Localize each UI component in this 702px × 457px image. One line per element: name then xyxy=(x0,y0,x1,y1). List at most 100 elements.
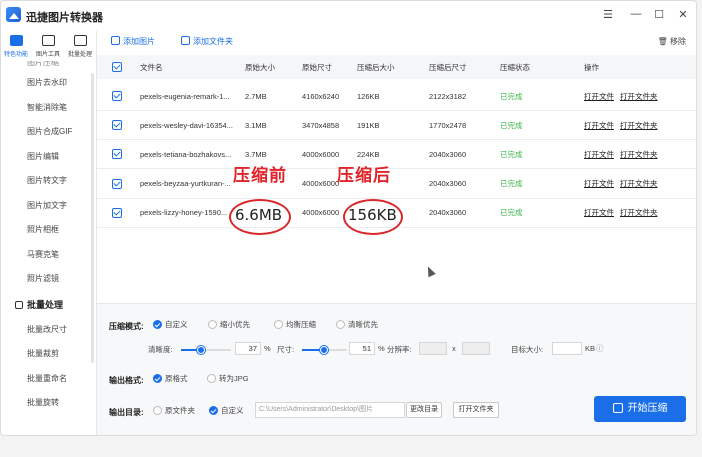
resolution-width-input[interactable] xyxy=(419,342,447,355)
clarity-slider-knob[interactable] xyxy=(197,346,205,354)
nav-featured[interactable]: 特色功能 xyxy=(1,35,31,58)
open-file-link[interactable]: 打开文件 xyxy=(584,178,614,189)
mode-small-radio[interactable]: 缩小优先 xyxy=(208,319,250,330)
image-tools-icon xyxy=(41,35,55,46)
cell-status: 已完成 xyxy=(500,208,523,218)
table-header: 文件名 原始大小 原始尺寸 压缩后大小 压缩后尺寸 压缩状态 操作 xyxy=(97,55,696,79)
sidebar-item-eraser[interactable]: 智能消除笔 xyxy=(1,96,96,121)
add-folder-button[interactable]: 添加文件夹 xyxy=(181,36,233,47)
open-file-link[interactable]: 打开文件 xyxy=(584,207,614,218)
radio-checked-icon xyxy=(153,320,162,329)
remove-button[interactable]: 🗑 移除 xyxy=(658,36,686,47)
annotation-before-label: 压缩前 xyxy=(233,166,287,186)
sidebar-item-batch-crop[interactable]: 批量裁剪 xyxy=(1,342,96,367)
dir-original-label: 原文件夹 xyxy=(165,406,195,415)
add-image-button[interactable]: 添加图片 xyxy=(111,36,155,47)
minimize-icon[interactable]: — xyxy=(629,8,643,20)
open-file-link[interactable]: 打开文件 xyxy=(584,149,614,160)
cell-filename: pexels-tetiana-bozhakovs... xyxy=(140,149,232,159)
size-value-input[interactable]: 51 xyxy=(349,342,375,355)
cell-status: 已完成 xyxy=(500,179,523,189)
size-slider[interactable] xyxy=(302,346,347,354)
row-checkbox[interactable] xyxy=(112,149,122,160)
sidebar-item-batch-rotate[interactable]: 批量旋转 xyxy=(1,391,96,416)
cell-actions: 打开文件 打开文件夹 xyxy=(584,170,664,198)
sidebar-item-frame[interactable]: 照片相框 xyxy=(1,218,96,243)
cell-filename: pexels-lizzy-honey-1590... xyxy=(140,208,228,218)
format-jpg-radio[interactable]: 转为JPG xyxy=(207,373,249,384)
clarity-percent: % xyxy=(264,344,271,353)
compress-mode-label: 压缩模式: xyxy=(109,322,144,331)
cell-filename: pexels-eugenia-remark-1... xyxy=(140,91,230,101)
sidebar-section-batch[interactable]: 批量处理 xyxy=(1,292,96,318)
table-row[interactable]: pexels-tetiana-bozhakovs... 3.7MB 4000x600… xyxy=(97,140,696,170)
row-checkbox[interactable] xyxy=(112,91,122,101)
open-folder-button[interactable]: 打开文件夹 xyxy=(453,402,499,418)
open-file-link[interactable]: 打开文件 xyxy=(584,120,614,131)
sidebar-item-gif[interactable]: 图片合成GIF xyxy=(1,120,96,145)
output-dir-label: 输出目录: xyxy=(109,408,144,417)
radio-icon xyxy=(274,320,283,329)
open-folder-link[interactable]: 打开文件夹 xyxy=(620,207,658,218)
open-folder-link[interactable]: 打开文件夹 xyxy=(620,91,658,102)
add-folder-label: 添加文件夹 xyxy=(193,37,233,46)
add-image-label: 添加图片 xyxy=(123,37,155,46)
dir-custom-radio[interactable]: 自定义 xyxy=(209,405,244,416)
row-checkbox[interactable] xyxy=(112,178,122,189)
nav-batch[interactable]: 批量处理 xyxy=(65,35,95,58)
mode-clarity-radio[interactable]: 清晰优先 xyxy=(336,319,378,330)
open-folder-link[interactable]: 打开文件夹 xyxy=(620,149,658,160)
sidebar-item-filter[interactable]: 照片滤镜 xyxy=(1,267,96,292)
sidebar-item-batch-rename[interactable]: 批量重命名 xyxy=(1,367,96,392)
open-folder-link[interactable]: 打开文件夹 xyxy=(620,178,658,189)
target-size-input[interactable] xyxy=(552,342,582,355)
size-slider-knob[interactable] xyxy=(320,346,328,354)
clarity-slider[interactable] xyxy=(181,346,231,354)
select-all-checkbox[interactable] xyxy=(112,62,122,72)
menu-icon[interactable]: ☰ xyxy=(601,8,615,21)
change-dir-button[interactable]: 更改目录 xyxy=(406,402,442,418)
radio-icon xyxy=(208,320,217,329)
mode-balanced-radio[interactable]: 均衡压缩 xyxy=(274,319,316,330)
table-row[interactable]: pexels-eugenia-remark-1... 2.7MB 4160x6240… xyxy=(97,82,696,111)
row-checkbox[interactable] xyxy=(112,207,122,218)
mode-custom-radio[interactable]: 自定义 xyxy=(153,319,188,330)
col-status: 压缩状态 xyxy=(500,62,530,72)
resolution-x: x xyxy=(452,344,456,353)
close-icon[interactable]: ✕ xyxy=(676,8,690,21)
help-icon[interactable]: ⓘ xyxy=(596,343,604,354)
sidebar-scrollbar[interactable] xyxy=(91,73,94,363)
open-file-link[interactable]: 打开文件 xyxy=(584,91,614,102)
compress-icon xyxy=(612,403,623,413)
open-folder-link[interactable]: 打开文件夹 xyxy=(620,120,658,131)
target-size-label: 目标大小: xyxy=(511,345,544,354)
sidebar-item-edit[interactable]: 图片编辑 xyxy=(1,145,96,170)
format-original-radio[interactable]: 原格式 xyxy=(153,373,188,384)
sidebar-list: 图片压缩 图片去水印 智能消除笔 图片合成GIF 图片编辑 图片转文字 图片加文… xyxy=(1,61,96,416)
cell-orig-dim: 4000x6000 xyxy=(302,149,340,159)
table-row[interactable]: pexels-wesley-davi-16354... 3.1MB 3470x485… xyxy=(97,111,696,141)
nav-image-tools[interactable]: 图片工具 xyxy=(33,35,63,58)
sidebar-item-add-text[interactable]: 图片加文字 xyxy=(1,194,96,219)
sidebar-item-ocr[interactable]: 图片转文字 xyxy=(1,169,96,194)
col-orig-dim: 原始尺寸 xyxy=(302,62,332,72)
sidebar-item-mosaic[interactable]: 马赛克笔 xyxy=(1,243,96,268)
maximize-icon[interactable]: ☐ xyxy=(652,8,666,21)
col-actions: 操作 xyxy=(584,62,599,72)
annotation-after-size: 156KB xyxy=(348,206,397,224)
start-compress-button[interactable]: 开始压缩 xyxy=(594,396,686,422)
table-row[interactable]: pexels-beyzaa-yurtkuran-... 4000x6000 2040… xyxy=(97,170,696,199)
nav-featured-label: 特色功能 xyxy=(3,52,28,58)
output-path-input[interactable]: C:\Users\Administrator\Desktop\图片 xyxy=(255,402,405,418)
cell-new-dim: 2040x3060 xyxy=(429,149,467,159)
row-checkbox[interactable] xyxy=(112,120,122,131)
clarity-value-input[interactable]: 37 xyxy=(235,342,261,355)
resolution-height-input[interactable] xyxy=(462,342,490,355)
title-bar: 迅捷图片转换器 ☰ — ☐ ✕ xyxy=(1,1,696,31)
sidebar-item-compress[interactable]: 图片压缩 xyxy=(1,61,96,71)
sidebar-item-watermark[interactable]: 图片去水印 xyxy=(1,71,96,96)
sidebar-item-batch-resize[interactable]: 批量改尺寸 xyxy=(1,318,96,343)
dir-original-radio[interactable]: 原文件夹 xyxy=(153,405,195,416)
toolbar: 添加图片 添加文件夹 🗑 移除 xyxy=(97,31,696,53)
cell-orig-dim: 4160x6240 xyxy=(302,91,340,101)
